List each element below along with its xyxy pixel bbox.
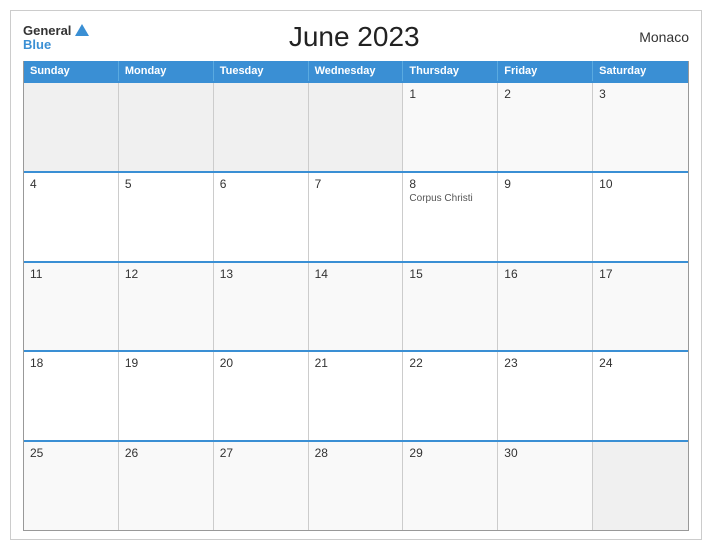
day-cell: 28 xyxy=(309,442,404,530)
day-cell xyxy=(214,83,309,171)
day-number: 9 xyxy=(504,177,586,191)
day-number: 28 xyxy=(315,446,397,460)
day-cell: 22 xyxy=(403,352,498,440)
day-number: 29 xyxy=(409,446,491,460)
day-header-thursday: Thursday xyxy=(403,61,498,81)
day-number: 2 xyxy=(504,87,586,101)
day-header-sunday: Sunday xyxy=(24,61,119,81)
day-cell: 12 xyxy=(119,263,214,351)
calendar-grid: SundayMondayTuesdayWednesdayThursdayFrid… xyxy=(23,61,689,531)
day-number: 14 xyxy=(315,267,397,281)
day-cell: 6 xyxy=(214,173,309,261)
logo-triangle-icon xyxy=(75,24,89,36)
day-cell: 3 xyxy=(593,83,688,171)
day-number: 5 xyxy=(125,177,207,191)
logo: General Blue xyxy=(23,24,89,51)
day-number: 23 xyxy=(504,356,586,370)
day-cell: 21 xyxy=(309,352,404,440)
day-header-monday: Monday xyxy=(119,61,214,81)
day-number: 11 xyxy=(30,267,112,281)
week-row-4: 18 19 20 21 22 23 24 xyxy=(24,350,688,440)
day-cell: 7 xyxy=(309,173,404,261)
day-cell: 5 xyxy=(119,173,214,261)
week-row-1: 123 xyxy=(24,81,688,171)
calendar-title: June 2023 xyxy=(89,21,619,53)
day-cell: 23 xyxy=(498,352,593,440)
day-cell xyxy=(119,83,214,171)
day-cell: 10 xyxy=(593,173,688,261)
day-header-wednesday: Wednesday xyxy=(309,61,404,81)
day-cell: 18 xyxy=(24,352,119,440)
day-number: 22 xyxy=(409,356,491,370)
week-row-3: 11 12 13 14 15 16 17 xyxy=(24,261,688,351)
day-number: 8 xyxy=(409,177,491,191)
day-headers-row: SundayMondayTuesdayWednesdayThursdayFrid… xyxy=(24,61,688,81)
day-number: 7 xyxy=(315,177,397,191)
day-number: 30 xyxy=(504,446,586,460)
day-number: 26 xyxy=(125,446,207,460)
day-number: 4 xyxy=(30,177,112,191)
day-cell: 17 xyxy=(593,263,688,351)
day-cell: 27 xyxy=(214,442,309,530)
day-cell: 20 xyxy=(214,352,309,440)
day-number: 13 xyxy=(220,267,302,281)
day-cell: 2 xyxy=(498,83,593,171)
week-row-5: 25 26 27 28 29 30 xyxy=(24,440,688,530)
day-cell: 29 xyxy=(403,442,498,530)
day-cell: 9 xyxy=(498,173,593,261)
day-cell: 11 xyxy=(24,263,119,351)
day-number: 3 xyxy=(599,87,682,101)
day-number: 20 xyxy=(220,356,302,370)
day-number: 10 xyxy=(599,177,682,191)
day-cell xyxy=(593,442,688,530)
day-cell: 4 xyxy=(24,173,119,261)
day-cell: 26 xyxy=(119,442,214,530)
day-cell xyxy=(24,83,119,171)
day-header-saturday: Saturday xyxy=(593,61,688,81)
day-header-tuesday: Tuesday xyxy=(214,61,309,81)
day-cell: 14 xyxy=(309,263,404,351)
day-cell: 13 xyxy=(214,263,309,351)
logo-blue-text: Blue xyxy=(23,38,51,51)
day-cell: 8 Corpus Christi xyxy=(403,173,498,261)
day-number: 25 xyxy=(30,446,112,460)
day-cell: 16 xyxy=(498,263,593,351)
day-number: 12 xyxy=(125,267,207,281)
day-number: 27 xyxy=(220,446,302,460)
holiday-name: Corpus Christi xyxy=(409,193,491,204)
day-number: 24 xyxy=(599,356,682,370)
day-cell: 19 xyxy=(119,352,214,440)
day-number: 1 xyxy=(409,87,491,101)
day-cell: 15 xyxy=(403,263,498,351)
day-header-friday: Friday xyxy=(498,61,593,81)
week-row-2: 45678 Corpus Christi 9 10 xyxy=(24,171,688,261)
day-cell: 25 xyxy=(24,442,119,530)
calendar-header: General Blue June 2023 Monaco xyxy=(23,21,689,53)
day-cell: 30 xyxy=(498,442,593,530)
day-cell: 1 xyxy=(403,83,498,171)
day-number: 15 xyxy=(409,267,491,281)
day-number: 6 xyxy=(220,177,302,191)
day-number: 21 xyxy=(315,356,397,370)
day-number: 19 xyxy=(125,356,207,370)
logo-general-text: General xyxy=(23,24,71,37)
day-number: 17 xyxy=(599,267,682,281)
day-cell: 24 xyxy=(593,352,688,440)
country-label: Monaco xyxy=(619,29,689,45)
day-cell xyxy=(309,83,404,171)
calendar: General Blue June 2023 Monaco SundayMond… xyxy=(10,10,702,540)
day-number: 18 xyxy=(30,356,112,370)
weeks-container: 12345678Corpus Christi910111213141516171… xyxy=(24,81,688,530)
day-number: 16 xyxy=(504,267,586,281)
